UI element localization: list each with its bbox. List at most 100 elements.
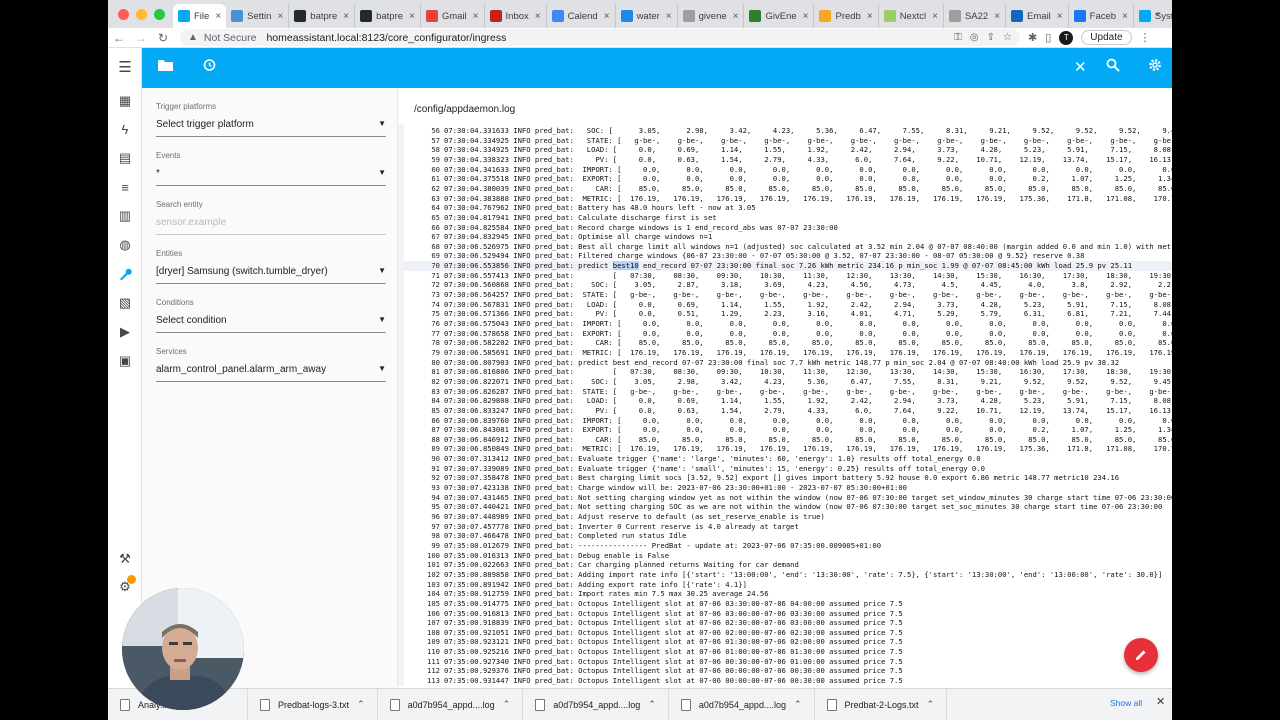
code-view[interactable]: 56 07:30:04.331633 INFO pred_bat: SOC: [ … xyxy=(398,124,1172,686)
chevron-up-icon[interactable]: ⌃ xyxy=(357,699,365,710)
close-tab-icon[interactable]: × xyxy=(604,11,610,22)
log-line[interactable]: 07:30:06.553856 INFO pred_bat: predict b… xyxy=(444,261,1132,271)
minimize-window-button[interactable] xyxy=(136,8,147,20)
log-line[interactable]: 07:30:06.526975 INFO pred_bat: Best all … xyxy=(444,242,1172,252)
log-line[interactable]: 07:35:00.931447 INFO pred_bat: Octopus I… xyxy=(444,676,903,686)
gear-icon[interactable] xyxy=(1148,58,1162,78)
map-icon[interactable]: ◍ xyxy=(116,236,134,254)
log-line[interactable]: 07:30:06.833247 INFO pred_bat: PV: [ 0.0… xyxy=(444,406,1172,416)
close-window-button[interactable] xyxy=(118,8,129,20)
close-tab-icon[interactable]: × xyxy=(932,11,938,22)
settings-icon[interactable]: ⚙ xyxy=(116,575,136,596)
close-tab-icon[interactable]: × xyxy=(994,11,1000,22)
log-line[interactable]: 07:30:04.817941 INFO pred_bat: Calculate… xyxy=(444,213,717,223)
log-line[interactable]: 07:30:06.826287 INFO pred_bat: STATE: [ … xyxy=(444,387,1172,397)
log-line[interactable]: 07:30:07.313412 INFO pred_bat: Evaluate … xyxy=(444,454,981,464)
close-tab-icon[interactable]: × xyxy=(1122,11,1128,22)
browser-tab[interactable]: batpre × xyxy=(289,4,356,28)
log-line[interactable]: 07:35:00.923121 INFO pred_bat: Octopus I… xyxy=(444,637,903,647)
search-icon[interactable] xyxy=(1106,58,1120,78)
download-item[interactable]: Predbat-2-Logs.txt ⌃ xyxy=(815,688,948,720)
tab-search-icon[interactable]: ⌄ xyxy=(1154,7,1162,18)
download-item[interactable]: a0d7b954_appd....log ⌃ xyxy=(523,688,669,720)
more-menu-icon[interactable]: ⋮ xyxy=(1140,31,1151,44)
history-icon[interactable] xyxy=(202,58,216,78)
terminal-icon[interactable]: ▣ xyxy=(116,352,134,370)
log-line[interactable]: 07:30:06.843081 INFO pred_bat: EXPORT: [… xyxy=(444,425,1172,435)
log-line[interactable]: 07:30:07.358478 INFO pred_bat: Best char… xyxy=(444,473,1119,483)
log-line[interactable]: 07:30:07.457778 INFO pred_bat: Inverter … xyxy=(444,522,799,532)
sidebar-toggle-icon[interactable]: ▯ xyxy=(1045,31,1051,44)
chevron-up-icon[interactable]: ⌃ xyxy=(503,699,511,710)
log-line[interactable]: 07:30:06.816806 INFO pred_bat: [ 07:30, … xyxy=(444,367,1172,377)
log-line[interactable]: 07:30:07.423138 INFO pred_bat: Charge wi… xyxy=(444,483,907,493)
share-icon[interactable]: ⇪ xyxy=(987,32,995,43)
key-icon[interactable]: ⚿ xyxy=(954,32,962,43)
zoom-window-button[interactable] xyxy=(154,8,165,20)
close-tab-icon[interactable]: × xyxy=(803,11,809,22)
close-tab-icon[interactable]: × xyxy=(666,11,672,22)
chevron-up-icon[interactable]: ⌃ xyxy=(794,699,802,710)
browser-tab[interactable]: Settin × xyxy=(226,4,290,28)
show-all-downloads-link[interactable]: Show all xyxy=(1110,698,1142,708)
energy-icon[interactable]: ϟ xyxy=(116,120,134,138)
browser-tab[interactable]: Predb × xyxy=(814,4,879,28)
url-text[interactable]: homeassistant.local:8123/core_configurat… xyxy=(266,32,506,44)
log-line[interactable]: 07:30:06.560868 INFO pred_bat: SOC: [ 3.… xyxy=(444,280,1172,290)
log-line[interactable]: 07:30:07.431465 INFO pred_bat: Not setti… xyxy=(444,493,1172,503)
log-line[interactable]: 07:30:04.338323 INFO pred_bat: PV: [ 0.0… xyxy=(444,155,1172,165)
log-line[interactable]: 07:35:00.927340 INFO pred_bat: Octopus I… xyxy=(444,657,903,667)
log-line[interactable]: 07:30:06.529494 INFO pred_bat: Filtered … xyxy=(444,251,1084,261)
events-field[interactable]: Events * ▼ xyxy=(156,151,386,186)
hacs-icon[interactable]: ▧ xyxy=(116,294,134,312)
browser-tab[interactable]: Nextcl × xyxy=(879,4,944,28)
log-line[interactable]: 07:30:06.564257 INFO pred_bat: STATE: [ … xyxy=(444,290,1172,300)
logbook-icon[interactable]: ▤ xyxy=(116,149,134,167)
log-line[interactable]: 07:30:06.585691 INFO pred_bat: METRIC: [… xyxy=(444,348,1172,358)
download-item[interactable]: Predbat-logs-3.txt ⌃ xyxy=(248,688,378,720)
browser-tab[interactable]: Gmail × xyxy=(421,4,485,28)
log-line[interactable]: 07:30:06.567831 INFO pred_bat: LOAD: [ 0… xyxy=(444,300,1172,310)
services-field[interactable]: Services alarm_control_panel.alarm_arm_a… xyxy=(156,347,386,382)
close-downloads-icon[interactable]: ✕ xyxy=(1156,695,1165,708)
dev-tools-icon[interactable]: ⚒ xyxy=(116,550,134,568)
download-item[interactable]: a0d7b954_appd....log ⌃ xyxy=(378,688,524,720)
log-line[interactable]: 07:30:07.440421 INFO pred_bat: Not setti… xyxy=(444,502,1162,512)
log-line[interactable]: 07:35:00.016313 INFO pred_bat: Debug ena… xyxy=(444,551,669,561)
browser-tab[interactable]: File × xyxy=(173,4,227,28)
log-line[interactable]: 07:35:00.022663 INFO pred_bat: Car charg… xyxy=(444,560,799,570)
log-line[interactable]: 07:30:06.829808 INFO pred_bat: LOAD: [ 0… xyxy=(444,396,1172,406)
search-entity-input[interactable]: sensor.example xyxy=(156,217,386,235)
log-line[interactable]: 07:35:00.912759 INFO pred_bat: Import ra… xyxy=(444,589,769,599)
log-line[interactable]: 07:30:06.846912 INFO pred_bat: CAR: [ 85… xyxy=(444,435,1172,445)
trigger-platforms-select[interactable]: Select trigger platform ▼ xyxy=(156,119,386,137)
browser-tab[interactable]: Calend × xyxy=(547,4,616,28)
log-line[interactable]: 07:30:06.557413 INFO pred_bat: [ 07:30, … xyxy=(444,271,1172,281)
close-tab-icon[interactable]: × xyxy=(343,11,349,22)
warning-icon[interactable]: ▲ xyxy=(188,32,198,43)
log-line[interactable]: 07:30:07.466478 INFO pred_bat: Completed… xyxy=(444,531,686,541)
browser-tab[interactable]: water × xyxy=(616,4,678,28)
close-tab-icon[interactable]: × xyxy=(277,11,283,22)
browser-tab[interactable]: Inbox × xyxy=(485,4,547,28)
conditions-field[interactable]: Conditions Select condition ▼ xyxy=(156,298,386,333)
log-line[interactable]: 07:35:00.918839 INFO pred_bat: Octopus I… xyxy=(444,618,903,628)
browser-tab[interactable]: batpre × xyxy=(355,4,421,28)
log-line[interactable]: 07:30:04.331633 INFO pred_bat: SOC: [ 3.… xyxy=(444,126,1172,136)
log-line[interactable]: 07:30:04.832945 INFO pred_bat: Optimise … xyxy=(444,232,712,242)
search-entity-field[interactable]: Search entity sensor.example xyxy=(156,200,386,235)
log-line[interactable]: 07:30:06.850849 INFO pred_bat: METRIC: [… xyxy=(444,444,1172,454)
folder-icon[interactable] xyxy=(158,58,173,78)
close-tab-icon[interactable]: × xyxy=(215,11,221,22)
close-tab-icon[interactable]: × xyxy=(867,11,873,22)
log-line[interactable]: 07:35:00.916813 INFO pred_bat: Octopus I… xyxy=(444,609,903,619)
log-line[interactable]: 07:30:07.448989 INFO pred_bat: Adjust re… xyxy=(444,512,825,522)
log-line[interactable]: 07:35:00.012679 INFO pred_bat: ---------… xyxy=(444,541,881,551)
log-line[interactable]: 07:30:07.339089 INFO pred_bat: Evaluate … xyxy=(444,464,985,474)
close-tab-icon[interactable]: × xyxy=(1057,11,1063,22)
close-tab-icon[interactable]: × xyxy=(733,11,739,22)
overview-icon[interactable]: ▦ xyxy=(116,92,134,110)
address-bar[interactable]: ▲ Not Secure homeassistant.local:8123/co… xyxy=(180,29,1020,46)
log-line[interactable]: 07:30:04.380039 INFO pred_bat: CAR: [ 85… xyxy=(444,184,1172,194)
download-item[interactable]: a0d7b954_appd....log ⌃ xyxy=(669,688,815,720)
